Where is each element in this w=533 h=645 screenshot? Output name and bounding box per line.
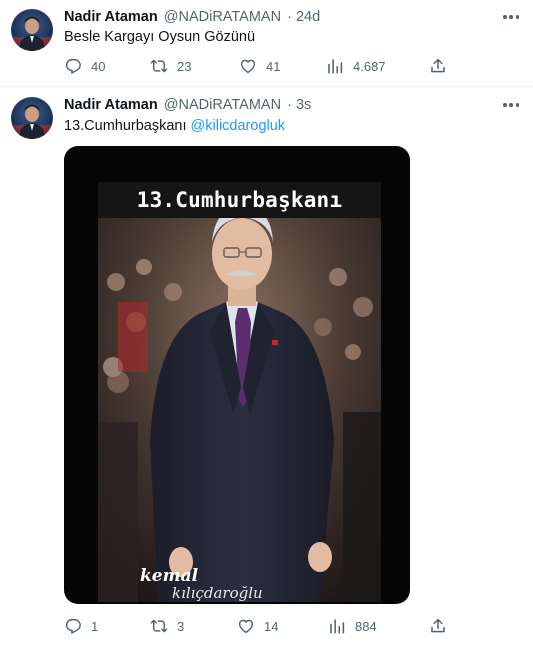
share-button[interactable] — [429, 616, 447, 636]
retweet-button[interactable]: 23 — [150, 56, 191, 76]
reply-count: 1 — [91, 618, 99, 634]
share-icon — [431, 618, 445, 633]
view-count: 884 — [355, 618, 377, 634]
reply-button[interactable]: 40 — [64, 56, 105, 76]
author-handle[interactable]: @NADiRATAMAN — [164, 97, 281, 113]
media-photo: 13.Cumhurbaşkanı kemal kılıçdaroğlu — [98, 182, 381, 602]
views-icon — [328, 59, 343, 74]
views-icon — [330, 619, 345, 634]
like-button[interactable]: 14 — [237, 616, 278, 636]
tweet-time[interactable]: · 3s — [287, 97, 311, 113]
tweet[interactable]: Nadir Ataman @NADiRATAMAN · 24d Besle Ka… — [0, 0, 533, 87]
retweet-icon — [150, 619, 168, 633]
retweet-icon — [150, 59, 168, 73]
tweet-header: Nadir Ataman @NADiRATAMAN · 3s — [64, 97, 311, 113]
reply-button[interactable]: 1 — [64, 616, 98, 636]
like-count: 14 — [264, 618, 279, 634]
like-button[interactable]: 41 — [239, 56, 280, 76]
like-icon — [238, 619, 254, 634]
like-icon — [240, 59, 256, 74]
share-button[interactable] — [429, 56, 447, 76]
more-icon[interactable] — [503, 103, 519, 107]
avatar[interactable] — [11, 97, 53, 139]
tweet-time[interactable]: · 24d — [287, 9, 320, 25]
like-count: 41 — [266, 58, 281, 74]
tweet-actions: 40 23 41 4.687 — [64, 56, 464, 76]
views-button[interactable]: 4.687 — [326, 56, 386, 76]
reply-icon — [65, 58, 81, 74]
author-name[interactable]: Nadir Ataman — [64, 9, 158, 25]
signature-kemal: kemal — [140, 566, 199, 586]
tweet-text: Besle Kargayı Oysun Gözünü — [64, 29, 255, 45]
reply-count: 40 — [91, 58, 106, 74]
tweet-media[interactable]: 13.Cumhurbaşkanı kemal kılıçdaroğlu — [64, 146, 410, 604]
media-title: 13.Cumhurbaşkanı — [136, 188, 343, 212]
retweet-count: 3 — [177, 618, 185, 634]
tweet-text-body: Besle Kargayı Oysun Gözünü — [64, 29, 256, 45]
retweet-count: 23 — [177, 58, 192, 74]
author-handle[interactable]: @NADiRATAMAN — [164, 9, 281, 25]
tweet-text-body: 13.Cumhurbaşkanı — [64, 118, 191, 134]
tweet-actions: 1 3 14 884 — [64, 616, 464, 636]
reply-icon — [65, 618, 81, 634]
media-title-banner: 13.Cumhurbaşkanı — [98, 182, 381, 218]
mention-link[interactable]: @kilicdarogluk — [191, 118, 286, 134]
tweet-header: Nadir Ataman @NADiRATAMAN · 24d — [64, 9, 320, 25]
signature-kilicdaroglu: kılıçdaroğlu — [172, 584, 263, 602]
view-count: 4.687 — [353, 58, 386, 74]
tweet[interactable]: Nadir Ataman @NADiRATAMAN · 3s 13.Cumhur… — [0, 87, 533, 645]
more-icon[interactable] — [503, 15, 519, 19]
share-icon — [431, 58, 445, 73]
views-button[interactable]: 884 — [328, 616, 377, 636]
author-name[interactable]: Nadir Ataman — [64, 97, 158, 113]
avatar[interactable] — [11, 9, 53, 51]
tweet-text: 13.Cumhurbaşkanı @kilicdarogluk — [64, 118, 285, 134]
retweet-button[interactable]: 3 — [150, 616, 184, 636]
